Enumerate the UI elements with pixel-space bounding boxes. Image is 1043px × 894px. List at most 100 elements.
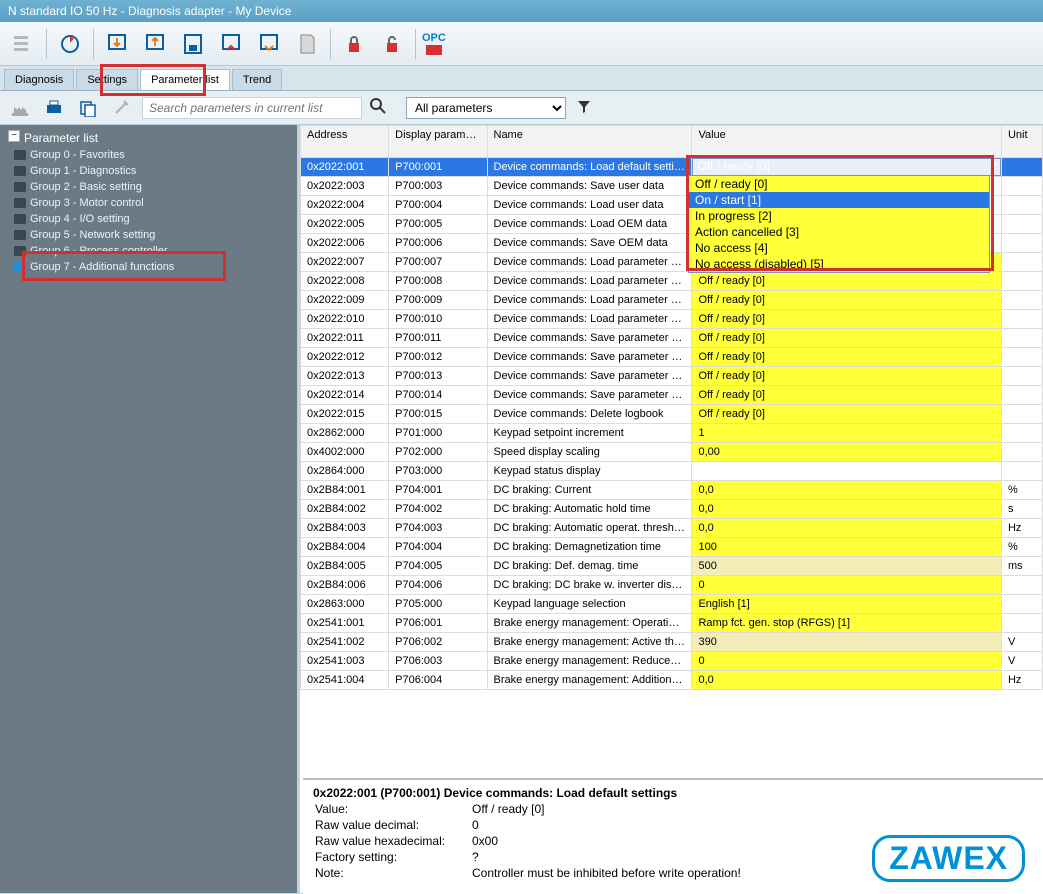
tab-settings[interactable]: Settings: [76, 69, 138, 90]
col-display[interactable]: Display parameter: [389, 126, 487, 158]
filter-dropdown[interactable]: All parameters: [406, 97, 566, 119]
search-icon[interactable]: [368, 96, 388, 119]
table-row[interactable]: 0x2022:015P700:015Device commands: Delet…: [301, 405, 1043, 424]
toolbar-btn-1[interactable]: [6, 27, 40, 61]
table-row[interactable]: 0x2B84:003P704:003DC braking: Automatic …: [301, 519, 1043, 538]
dropdown-option[interactable]: In progress [2]: [689, 208, 989, 224]
table-row[interactable]: 0x2022:012P700:012Device commands: Save …: [301, 348, 1043, 367]
cell-disp: P704:002: [389, 500, 487, 519]
cell-value[interactable]: 0,0: [692, 519, 1002, 538]
cell-value[interactable]: 500: [692, 557, 1002, 576]
cell-value[interactable]: Off / ready [0]: [692, 348, 1002, 367]
cell-value[interactable]: 0,0: [692, 481, 1002, 500]
factory-icon[interactable]: [6, 95, 34, 121]
table-row[interactable]: 0x2864:000P703:000Keypad status display: [301, 462, 1043, 481]
col-name[interactable]: Name: [487, 126, 692, 158]
tree-item-group-2[interactable]: Group 2 - Basic setting: [6, 179, 293, 195]
download-icon[interactable]: [100, 27, 134, 61]
cell-value[interactable]: 0: [692, 576, 1002, 595]
col-address[interactable]: Address: [301, 126, 389, 158]
unlock-icon[interactable]: [375, 27, 409, 61]
cell-value[interactable]: Off / ready [0]: [692, 329, 1002, 348]
print-icon[interactable]: [40, 95, 68, 121]
cell-value[interactable]: Off / ready [0]: [692, 272, 1002, 291]
detail-cell: ?: [472, 850, 749, 864]
table-row[interactable]: 0x2541:002P706:002Brake energy managemen…: [301, 633, 1043, 652]
table-row[interactable]: 0x2B84:005P704:005DC braking: Def. demag…: [301, 557, 1043, 576]
wand-icon[interactable]: [108, 95, 136, 121]
cell-value[interactable]: Off / ready [0]: [692, 310, 1002, 329]
tree-item-group-0[interactable]: Group 0 - Favorites: [6, 147, 293, 163]
tree-item-group-6[interactable]: Group 6 - Process controller: [6, 243, 293, 259]
cell-addr: 0x2B84:004: [301, 538, 389, 557]
import-icon[interactable]: [214, 27, 248, 61]
tree-item-group-3[interactable]: Group 3 - Motor control: [6, 195, 293, 211]
cell-value[interactable]: Off / ready [0]: [692, 291, 1002, 310]
table-row[interactable]: 0x2022:001P700:001Device commands: Load …: [301, 158, 1043, 177]
export-icon[interactable]: [252, 27, 286, 61]
doc-icon[interactable]: [290, 27, 324, 61]
table-row[interactable]: 0x2B84:006P704:006DC braking: DC brake w…: [301, 576, 1043, 595]
table-row[interactable]: 0x2022:011P700:011Device commands: Save …: [301, 329, 1043, 348]
cell-value[interactable]: Off / ready [0]: [692, 405, 1002, 424]
copy-icon[interactable]: [74, 95, 102, 121]
opc-icon[interactable]: OPC: [422, 32, 446, 56]
tab-parameter-list[interactable]: Parameter list: [140, 69, 230, 90]
table-row[interactable]: 0x2541:003P706:003Brake energy managemen…: [301, 652, 1043, 671]
table-row[interactable]: 0x2022:013P700:013Device commands: Save …: [301, 367, 1043, 386]
tree-item-group-7[interactable]: Group 7 - Additional functions: [6, 259, 293, 275]
dropdown-option[interactable]: No access (disabled) [5]: [689, 256, 989, 272]
tree-panel[interactable]: Parameter list Group 0 - FavoritesGroup …: [0, 125, 300, 893]
table-row[interactable]: 0x2022:014P700:014Device commands: Save …: [301, 386, 1043, 405]
dropdown-option[interactable]: On / start [1]: [689, 192, 989, 208]
col-unit[interactable]: Unit: [1001, 126, 1042, 158]
cell-value[interactable]: Off / ready [0]: [692, 367, 1002, 386]
cell-value[interactable]: [692, 462, 1002, 481]
cell-unit: %: [1001, 481, 1042, 500]
table-row[interactable]: 0x2541:001P706:001Brake energy managemen…: [301, 614, 1043, 633]
cell-value[interactable]: 390: [692, 633, 1002, 652]
table-row[interactable]: 0x2B84:004P704:004DC braking: Demagnetiz…: [301, 538, 1043, 557]
value-dropdown-list[interactable]: Off / ready [0]On / start [1]In progress…: [688, 175, 990, 273]
value-dropdown-field[interactable]: Off / ready [0]: [692, 158, 1001, 176]
main-toolbar: OPC: [0, 22, 1043, 66]
cell-value[interactable]: 100: [692, 538, 1002, 557]
refresh-icon[interactable]: [53, 27, 87, 61]
cell-value[interactable]: Off / ready [0]: [692, 386, 1002, 405]
upload-icon[interactable]: [138, 27, 172, 61]
table-row[interactable]: 0x2022:008P700:008Device commands: Load …: [301, 272, 1043, 291]
tab-trend[interactable]: Trend: [232, 69, 282, 90]
cell-addr: 0x2B84:001: [301, 481, 389, 500]
table-row[interactable]: 0x2B84:001P704:001DC braking: Current0,0…: [301, 481, 1043, 500]
cell-value[interactable]: 0,0: [692, 671, 1002, 690]
tree-item-group-4[interactable]: Group 4 - I/O setting: [6, 211, 293, 227]
cell-value[interactable]: 0,0: [692, 500, 1002, 519]
cell-value[interactable]: Ramp fct. gen. stop (RFGS) [1]: [692, 614, 1002, 633]
cell-disp: P705:000: [389, 595, 487, 614]
dropdown-option[interactable]: Action cancelled [3]: [689, 224, 989, 240]
table-row[interactable]: 0x2541:004P706:004Brake energy managemen…: [301, 671, 1043, 690]
dropdown-option[interactable]: Off / ready [0]: [689, 176, 989, 192]
cell-value[interactable]: 0,00: [692, 443, 1002, 462]
col-value[interactable]: Value: [692, 126, 1002, 158]
table-row[interactable]: 0x2022:009P700:009Device commands: Load …: [301, 291, 1043, 310]
cell-value[interactable]: English [1]: [692, 595, 1002, 614]
search-input[interactable]: [142, 97, 362, 119]
table-row[interactable]: 0x2863:000P705:000Keypad language select…: [301, 595, 1043, 614]
tree-item-group-1[interactable]: Group 1 - Diagnostics: [6, 163, 293, 179]
cell-value[interactable]: Off / ready [0]: [692, 158, 1002, 177]
cell-value[interactable]: 0: [692, 652, 1002, 671]
cell-value[interactable]: 1: [692, 424, 1002, 443]
tab-diagnosis[interactable]: Diagnosis: [4, 69, 74, 90]
tree-item-group-5[interactable]: Group 5 - Network setting: [6, 227, 293, 243]
save-icon[interactable]: [176, 27, 210, 61]
table-row[interactable]: 0x2862:000P701:000Keypad setpoint increm…: [301, 424, 1043, 443]
brand-logo: ZAWEX: [872, 835, 1025, 882]
table-row[interactable]: 0x2022:010P700:010Device commands: Load …: [301, 310, 1043, 329]
lock-icon[interactable]: [337, 27, 371, 61]
table-row[interactable]: 0x4002:000P702:000Speed display scaling0…: [301, 443, 1043, 462]
table-row[interactable]: 0x2B84:002P704:002DC braking: Automatic …: [301, 500, 1043, 519]
tree-root-label[interactable]: Parameter list: [6, 129, 293, 147]
dropdown-option[interactable]: No access [4]: [689, 240, 989, 256]
filter-icon[interactable]: [576, 98, 592, 117]
